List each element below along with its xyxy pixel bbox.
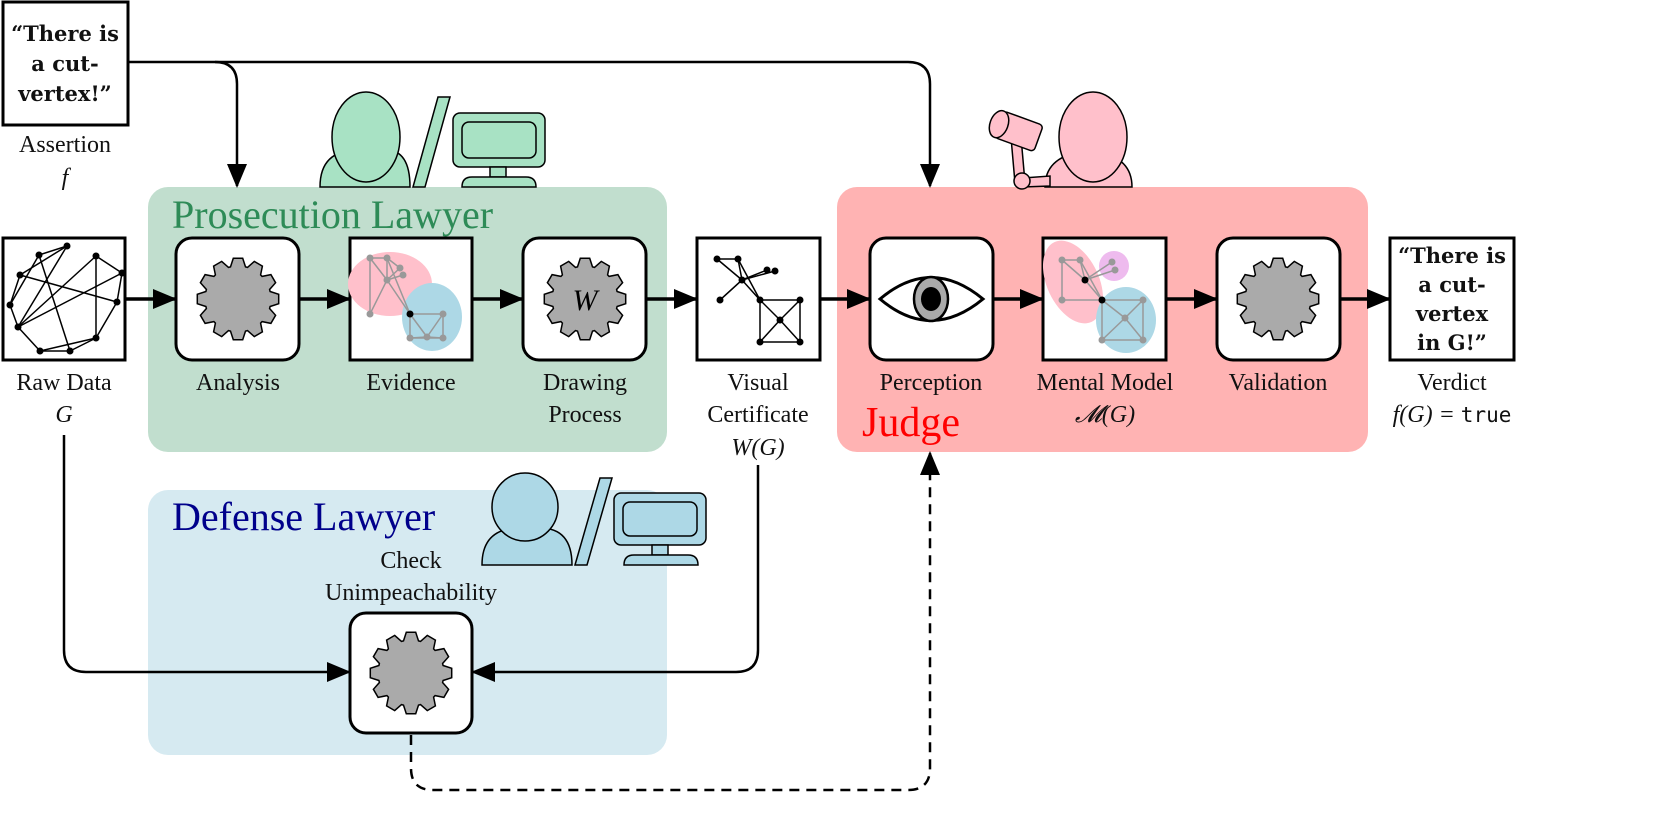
svg-text:vertex: vertex [1415, 301, 1489, 326]
drawing-process-label: Drawing [543, 370, 627, 396]
validation-label: Validation [1229, 370, 1328, 396]
svg-text:in G!”: in G!” [1417, 330, 1487, 355]
verdict-formula: f(G) = true [1393, 402, 1512, 428]
analysis-label: Analysis [196, 370, 280, 396]
svg-text:vertex!”: vertex!” [17, 81, 112, 106]
raw-data-symbol: G [55, 402, 72, 428]
defense-title: Defense Lawyer [172, 494, 435, 539]
svg-text:a cut-: a cut- [1418, 272, 1485, 297]
drawing-process-label: Process [548, 402, 621, 428]
svg-text:“There is: “There is [11, 21, 119, 46]
visual-certificate-label: Visual [727, 370, 789, 396]
prosecution-lawyer-person-icon [319, 91, 411, 188]
assertion-label: Assertion [19, 132, 111, 158]
diagram: Prosecution Lawyer Judge Defense Lawyer [1, 0, 1516, 792]
assertion-symbol: f [62, 165, 72, 191]
prosecution-title: Prosecution Lawyer [172, 192, 493, 237]
slash-icon [412, 96, 451, 188]
visual-certificate-label: Certificate [707, 402, 808, 428]
evidence-label: Evidence [366, 370, 455, 396]
perception-label: Perception [880, 370, 983, 396]
computer-icon [452, 112, 546, 188]
svg-text:a cut-: a cut- [31, 51, 98, 76]
visual-certificate-symbol: W(G) [731, 435, 784, 461]
assertion-edge [128, 60, 247, 188]
gear-letter: W [573, 284, 601, 317]
check-label: Unimpeachability [325, 580, 497, 606]
judge-person-icon [1044, 91, 1133, 188]
gavel-icon [988, 109, 1051, 190]
assertion-to-judge-edge [215, 60, 940, 188]
verdict-label: Verdict [1417, 370, 1487, 396]
svg-text:“There is: “There is [1398, 243, 1506, 268]
mental-model-symbol: 𝓜(G) [1075, 402, 1135, 428]
check-label: Check [380, 548, 441, 574]
raw-data-label: Raw Data [16, 370, 112, 396]
judge-title: Judge [862, 400, 960, 446]
mental-model-label: Mental Model [1037, 370, 1174, 396]
